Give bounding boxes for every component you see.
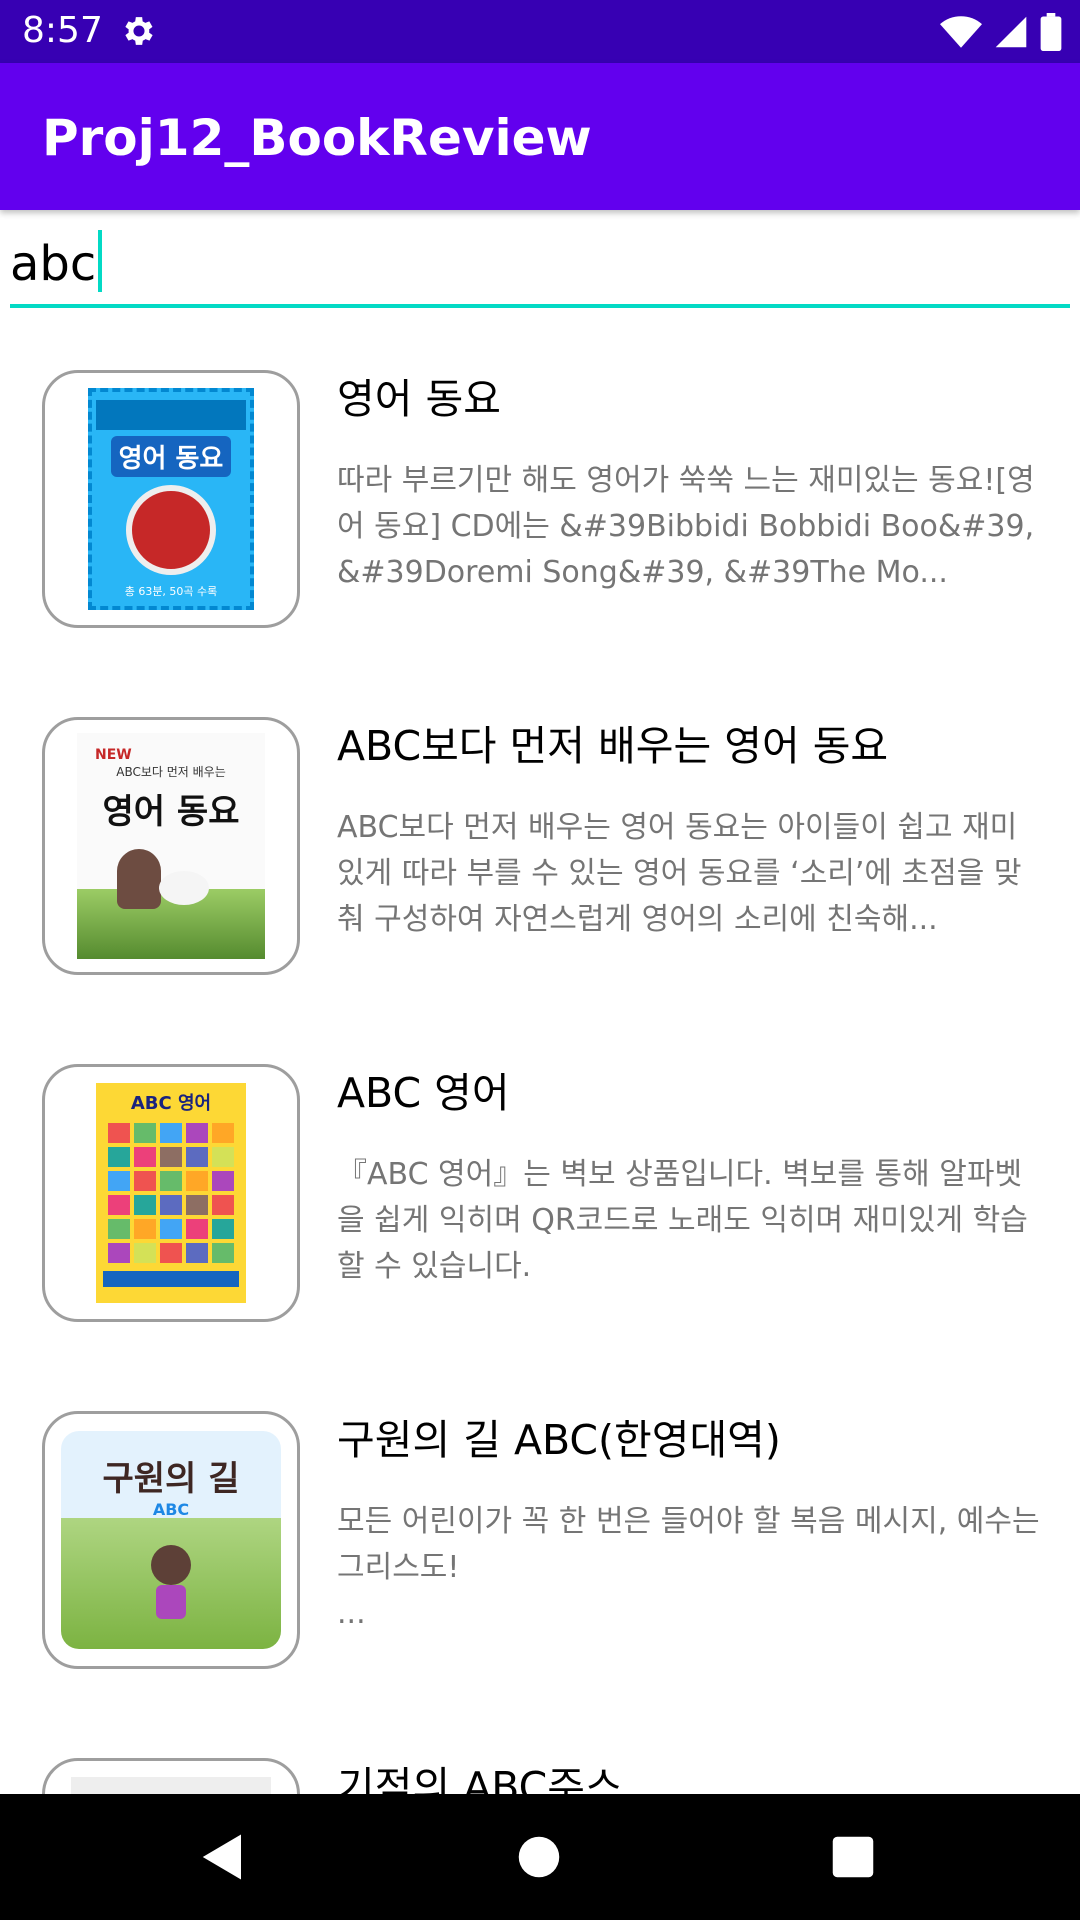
search-underline (10, 304, 1070, 308)
recents-icon[interactable] (826, 1830, 880, 1884)
book-cover-image: 구원의 길 ABC (61, 1431, 281, 1649)
status-bar: 8:57 (0, 0, 1080, 63)
cover-subtitle: 총 63분, 50곡 수록 (124, 584, 218, 598)
home-icon[interactable] (512, 1830, 566, 1884)
wifi-icon (940, 16, 982, 48)
search-input-value: abc (10, 236, 97, 292)
book-description: ABC보다 먼저 배우는 영어 동요는 아이들이 쉽고 재미있게 따라 부를 수… (337, 810, 1022, 937)
book-cover-frame: NEW ABC보다 먼저 배우는 영어 동요 (42, 717, 300, 975)
book-list-item[interactable]: NEW ABC보다 먼저 배우는 영어 동요 ABC보다 먼저 배우는 영어 동… (0, 687, 1080, 975)
book-title: 영어 동요 (337, 375, 501, 423)
status-time: 8:57 (22, 10, 103, 51)
book-cover-frame: 영어 동요 총 63분, 50곡 수록 (42, 370, 300, 628)
book-list-item[interactable]: 영어 동요 총 63분, 50곡 수록 영어 동요 따라 부르기만 해도 영어가… (0, 340, 1080, 628)
cover-subtitle: ABC보다 먼저 배우는 (116, 765, 226, 779)
book-title: ABC보다 먼저 배우는 영어 동요 (337, 722, 889, 770)
cover-title: 영어 동요 (110, 435, 232, 477)
cover-title: ABC 영어 (130, 1093, 212, 1114)
book-list-item[interactable]: ABC 영어 ABC 영어 『ABC 영어』는 벽보 상품입니다. 벽보를 통해… (0, 1034, 1080, 1322)
signal-icon (995, 16, 1027, 48)
book-title: 구원의 길 ABC(한영대역) (337, 1416, 781, 1464)
search-input[interactable]: abc (10, 230, 103, 298)
gear-icon (125, 17, 153, 45)
battery-icon (1040, 13, 1062, 51)
book-title: 기적의 ABC주스 (337, 1763, 623, 1794)
app-bar: Proj12_BookReview (0, 63, 1080, 210)
book-list-item[interactable]: 구원의 길 ABC 구원의 길 ABC(한영대역) 모든 어린이가 꼭 한 번은… (0, 1381, 1080, 1669)
book-cover-image: ABC 영어 (96, 1083, 246, 1303)
book-cover-frame: ABC 영어 (42, 1064, 300, 1322)
book-title: ABC 영어 (337, 1069, 510, 1117)
cover-title: 구원의 길 (102, 1459, 240, 1499)
book-cover-frame: 구원의 길 ABC (42, 1411, 300, 1669)
book-list[interactable]: 영어 동요 총 63분, 50곡 수록 영어 동요 따라 부르기만 해도 영어가… (0, 340, 1080, 1794)
text-cursor (98, 230, 103, 292)
book-cover-image (71, 1777, 271, 1794)
navigation-bar (0, 1794, 1080, 1920)
book-description: 따라 부르기만 해도 영어가 쑥쑥 느는 재미있는 동요![영어 동요] CD에… (337, 463, 1035, 590)
cover-title: 영어 동요 (102, 792, 240, 832)
book-description: 모든 어린이가 꼭 한 번은 들어야 할 복음 메시지, 예수는 그리스도! .… (337, 1504, 1040, 1631)
search-field[interactable]: abc (10, 228, 1070, 308)
book-cover-frame (42, 1758, 300, 1794)
book-list-item[interactable]: 기적의 ABC주스 (0, 1728, 1080, 1794)
cover-subtitle: ABC (152, 1500, 190, 1519)
book-description: 『ABC 영어』는 벽보 상품입니다. 벽보를 통해 알파벳을 쉽게 익히며 Q… (337, 1157, 1028, 1284)
book-cover-image: 영어 동요 총 63분, 50곡 수록 (88, 388, 254, 610)
app-title: Proj12_BookReview (42, 109, 592, 167)
back-icon[interactable] (196, 1830, 250, 1884)
book-cover-image: NEW ABC보다 먼저 배우는 영어 동요 (77, 733, 265, 959)
